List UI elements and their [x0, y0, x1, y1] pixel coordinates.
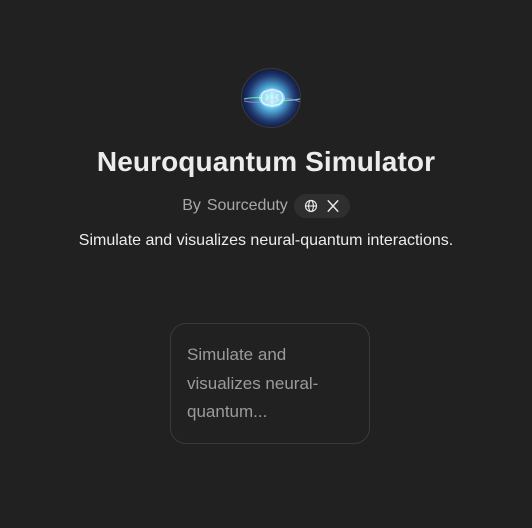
gpt-title: Neuroquantum Simulator: [96, 146, 436, 177]
gpt-profile: Neuroquantum Simulator By Sourceduty Sim…: [0, 0, 532, 528]
conversation-starter-card[interactable]: Simulate and visualizes neural-quantum..…: [170, 323, 370, 444]
author-name: Sourceduty: [206, 197, 288, 214]
x-logo-icon[interactable]: [326, 199, 340, 213]
brain-icon: [242, 69, 300, 127]
conversation-starter-text: Simulate and visualizes neural-quantum..…: [187, 345, 319, 421]
gpt-avatar: [241, 68, 301, 128]
author-line: By Sourceduty: [0, 194, 532, 218]
author-prefix: By: [182, 197, 201, 214]
gpt-description: Simulate and visualizes neural-quantum i…: [78, 232, 454, 249]
author-links-badge[interactable]: [293, 194, 350, 218]
globe-icon[interactable]: [304, 199, 318, 213]
